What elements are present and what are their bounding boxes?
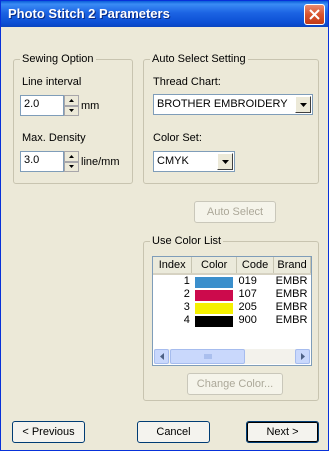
auto-select-button-label: Auto Select bbox=[206, 205, 264, 218]
auto-select-setting-group: Auto Select Setting Thread Chart: BROTHE… bbox=[143, 53, 319, 184]
sewing-option-legend: Sewing Option bbox=[20, 53, 96, 66]
line-interval-value: 2.0 bbox=[24, 98, 40, 110]
next-button[interactable]: Next > bbox=[246, 421, 319, 443]
row-color bbox=[192, 288, 237, 301]
window-title: Photo Stitch 2 Parameters bbox=[8, 6, 170, 21]
row-brand: EMBR bbox=[275, 301, 308, 313]
change-color-button[interactable]: Change Color... bbox=[187, 373, 283, 395]
max-density-unit: line/mm bbox=[81, 156, 120, 168]
spin-down-icon bbox=[69, 109, 74, 113]
spin-down-button[interactable] bbox=[64, 161, 79, 172]
title-bar[interactable]: Photo Stitch 2 Parameters bbox=[1, 1, 328, 27]
cancel-button[interactable]: Cancel bbox=[137, 421, 210, 443]
spin-down-icon bbox=[69, 165, 74, 169]
line-interval-unit: mm bbox=[81, 100, 100, 112]
spin-down-button[interactable] bbox=[64, 105, 79, 116]
table-header-row: Index Color Code Brand bbox=[153, 257, 311, 275]
spin-up-button[interactable] bbox=[64, 95, 79, 106]
close-icon bbox=[309, 9, 320, 20]
thread-chart-select[interactable]: BROTHER EMBROIDERY bbox=[153, 94, 313, 115]
table-row[interactable]: 2 107 EMBR bbox=[153, 288, 311, 301]
color-set-dropdown-button[interactable] bbox=[217, 153, 233, 170]
spin-up-icon bbox=[69, 154, 74, 158]
row-color bbox=[192, 301, 237, 314]
auto-select-button[interactable]: Auto Select bbox=[194, 201, 276, 223]
row-color bbox=[192, 274, 237, 288]
color-set-value: CMYK bbox=[157, 155, 189, 167]
color-table: Index Color Code Brand 1 019 EMBR 2 107 … bbox=[153, 257, 311, 327]
spin-up-button[interactable] bbox=[64, 151, 79, 162]
grip-icon bbox=[204, 354, 211, 359]
horizontal-scrollbar[interactable] bbox=[154, 349, 310, 364]
auto-select-setting-legend: Auto Select Setting bbox=[150, 53, 248, 66]
color-list[interactable]: Index Color Code Brand 1 019 EMBR 2 107 … bbox=[152, 256, 312, 366]
scroll-left-button[interactable] bbox=[154, 349, 169, 364]
color-swatch bbox=[195, 289, 234, 301]
chevron-left-icon bbox=[159, 353, 164, 360]
thread-chart-value: BROTHER EMBROIDERY bbox=[157, 98, 288, 110]
max-density-label: Max. Density bbox=[22, 132, 86, 144]
color-swatch bbox=[195, 302, 234, 314]
table-row[interactable]: 1 019 EMBR bbox=[153, 274, 311, 288]
line-interval-spinner[interactable] bbox=[64, 95, 79, 116]
thread-chart-label: Thread Chart: bbox=[153, 76, 221, 88]
max-density-spinner[interactable] bbox=[64, 151, 79, 172]
max-density-value: 3.0 bbox=[24, 154, 40, 166]
row-color bbox=[192, 314, 237, 327]
chevron-down-icon bbox=[221, 159, 229, 164]
row-brand: EMBR bbox=[275, 288, 308, 300]
cancel-button-label: Cancel bbox=[156, 425, 191, 438]
row-index: 2 bbox=[183, 288, 190, 300]
thread-chart-dropdown-button[interactable] bbox=[295, 96, 311, 113]
use-color-list-legend: Use Color List bbox=[150, 235, 224, 248]
chevron-right-icon bbox=[300, 353, 305, 360]
table-row[interactable]: 4 900 EMBR bbox=[153, 314, 311, 327]
max-density-input[interactable]: 3.0 bbox=[20, 151, 64, 172]
color-swatch bbox=[195, 276, 234, 288]
column-header-brand[interactable]: Brand bbox=[273, 257, 311, 275]
scroll-thumb[interactable] bbox=[170, 349, 245, 364]
previous-button[interactable]: < Previous bbox=[12, 421, 85, 443]
column-header-index[interactable]: Index bbox=[153, 257, 193, 275]
row-index: 1 bbox=[183, 275, 190, 287]
color-set-select[interactable]: CMYK bbox=[153, 151, 235, 172]
column-header-color[interactable]: Color bbox=[191, 257, 237, 275]
row-code: 900 bbox=[238, 314, 257, 326]
dialog-window: Photo Stitch 2 Parameters Sewing Option … bbox=[0, 0, 329, 451]
use-color-list-group: Use Color List Index Color Code Brand 1 … bbox=[143, 235, 319, 401]
previous-button-label: < Previous bbox=[22, 425, 75, 438]
scroll-right-button[interactable] bbox=[295, 349, 310, 364]
row-index: 4 bbox=[183, 314, 190, 326]
sewing-option-group: Sewing Option Line interval 2.0 mm Max. … bbox=[13, 53, 133, 184]
table-row[interactable]: 3 205 EMBR bbox=[153, 301, 311, 314]
spin-up-icon bbox=[69, 98, 74, 102]
color-set-label: Color Set: bbox=[153, 132, 202, 144]
row-brand: EMBR bbox=[275, 275, 308, 287]
line-interval-label: Line interval bbox=[22, 76, 82, 88]
column-header-code[interactable]: Code bbox=[236, 257, 275, 275]
line-interval-input[interactable]: 2.0 bbox=[20, 95, 64, 116]
next-button-label: Next > bbox=[266, 425, 299, 438]
chevron-down-icon bbox=[299, 102, 307, 107]
close-button[interactable] bbox=[304, 4, 325, 25]
change-color-button-label: Change Color... bbox=[196, 377, 274, 390]
color-swatch bbox=[195, 315, 234, 327]
row-code: 107 bbox=[238, 288, 257, 300]
row-code: 205 bbox=[238, 301, 257, 313]
row-code: 019 bbox=[238, 275, 257, 287]
row-brand: EMBR bbox=[275, 314, 308, 326]
row-index: 3 bbox=[183, 301, 190, 313]
